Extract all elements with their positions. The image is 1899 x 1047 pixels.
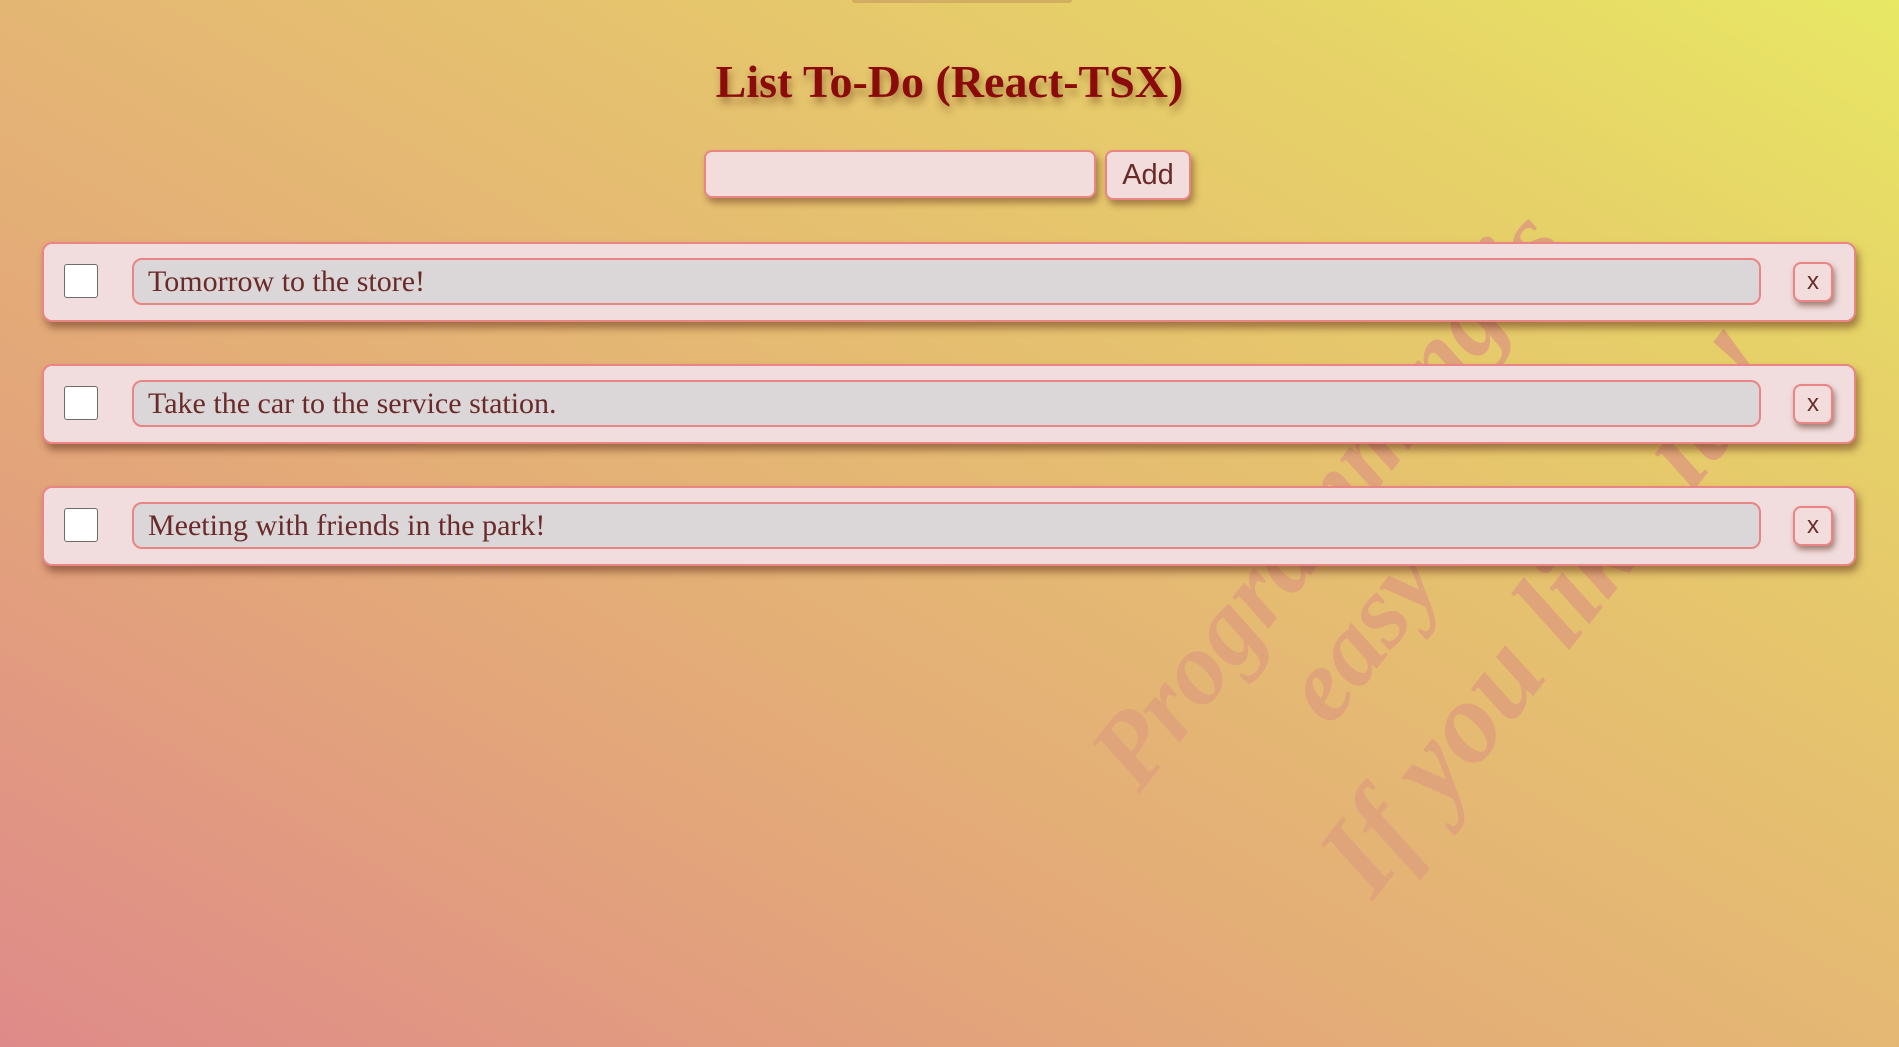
delete-button[interactable]: x	[1793, 506, 1833, 546]
todo-text-field[interactable]: Tomorrow to the store!	[132, 258, 1761, 305]
todo-list: Tomorrow to the store! x Take the car to…	[42, 242, 1856, 608]
todo-checkbox[interactable]	[64, 508, 98, 542]
add-button[interactable]: Add	[1105, 150, 1191, 200]
todo-item: Meeting with friends in the park! x	[42, 486, 1856, 566]
todo-item: Take the car to the service station. x	[42, 364, 1856, 444]
top-tab-edge	[852, 0, 1072, 3]
new-todo-input[interactable]	[704, 150, 1096, 198]
todo-text-field[interactable]: Meeting with friends in the park!	[132, 502, 1761, 549]
delete-button[interactable]: x	[1793, 262, 1833, 302]
page-title: List To-Do (React-TSX)	[715, 56, 1184, 107]
todo-checkbox[interactable]	[64, 264, 98, 298]
todo-checkbox[interactable]	[64, 386, 98, 420]
add-todo-form: Add	[704, 150, 1191, 202]
todo-text-field[interactable]: Take the car to the service station.	[132, 380, 1761, 427]
delete-button[interactable]: x	[1793, 384, 1833, 424]
todo-item: Tomorrow to the store! x	[42, 242, 1856, 322]
